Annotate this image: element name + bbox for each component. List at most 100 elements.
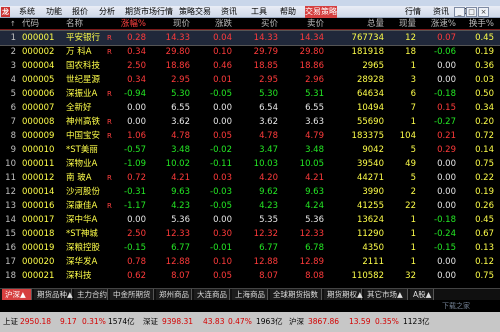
column-header-7[interactable]: 总量 (326, 18, 384, 30)
column-header-1[interactable]: 名称 (66, 18, 106, 30)
stock-name: 深康佳A (66, 201, 98, 211)
column-header-5[interactable]: 买价 (234, 18, 278, 30)
cell-price: 5.30 (171, 89, 190, 99)
table-row[interactable]: 1 000001 平安银行 R 0.28 14.33 0.04 14.33 14.34 76773… (0, 30, 500, 46)
cell-vol: 183375 (351, 131, 384, 141)
cell-cur: 18 (405, 47, 416, 57)
cell-price: 12.88 (165, 257, 190, 267)
cell-ask: 6.78 (305, 243, 324, 253)
stock-code: 000010 (22, 145, 55, 155)
sh-index-pct: 0.31% (82, 317, 106, 326)
row-number: 1 (10, 33, 16, 43)
table-row[interactable]: 17 000020 深华发A 0.78 12.88 0.10 12.88 12.89 2111 1… (0, 255, 500, 269)
column-header-0[interactable]: 代码 (22, 18, 60, 30)
cell-turn: 0.75 (475, 271, 494, 281)
cell-spd: 0.00 (437, 201, 456, 211)
menu-item-7[interactable]: 工具 (246, 6, 272, 18)
cell-ask: 6.55 (305, 103, 324, 113)
stock-name: 深中华A (66, 215, 98, 225)
menu-item-5[interactable]: 策略交易 (178, 6, 212, 18)
cell-vol: 9042 (362, 145, 384, 155)
stock-name: 国农科技 (66, 61, 101, 71)
table-row[interactable]: 14 000017 深中华A 0.00 5.36 0.00 5.35 5.36 13624 1 -0… (0, 213, 500, 227)
table-row[interactable]: 8 000009 中国宝安 R 1.06 4.78 0.05 4.78 4.79 183375 10… (0, 129, 500, 143)
menu-item-4[interactable]: 期货市场行情 (122, 6, 176, 18)
stock-code: 000021 (22, 271, 55, 281)
cell-bid: 4.23 (259, 201, 278, 211)
column-header-4[interactable]: 涨跌 (192, 18, 232, 30)
menu-item-6[interactable]: 资讯 (215, 6, 243, 18)
cell-price: 4.78 (171, 131, 190, 141)
minimize-button[interactable]: _ (454, 7, 465, 17)
market-tab-bar: 沪深▲ 期货品种▲ 主力合约 中金所期货 郑州商品 大连商品 上海商品 全球期货指数 期货期权▲… (0, 288, 500, 301)
menu-item-9[interactable]: 交易策略 (305, 6, 337, 18)
cell-turn: 0.45 (475, 33, 494, 43)
row-number: 11 (5, 173, 16, 183)
cell-cur: 104 (399, 131, 416, 141)
table-row[interactable]: 6 000007 全新好 0.00 6.55 0.00 6.54 6.55 10494 7 0.15… (0, 101, 500, 115)
row-number: 9 (10, 145, 16, 155)
cell-spd: 0.00 (437, 173, 456, 183)
stock-code: 000011 (22, 159, 55, 169)
stock-code: 000001 (22, 33, 55, 43)
menu-item-1[interactable]: 功能 (42, 6, 66, 18)
table-row[interactable]: 2 000002 万 科A R 0.34 29.80 0.10 29.79 29.80 18191… (0, 45, 500, 59)
menu-item-2[interactable]: 报价 (68, 6, 92, 18)
cell-bid: 10.03 (253, 159, 278, 169)
cell-turn: 0.72 (475, 131, 494, 141)
sh-index-value: 2950.18 (20, 317, 52, 326)
menu-item-11[interactable]: 资讯 (428, 6, 454, 18)
table-row[interactable]: 16 000019 深粮控股 -0.15 6.77 -0.01 6.77 6.78 4350 1 -… (0, 241, 500, 255)
column-header-8[interactable]: 现量 (386, 18, 416, 30)
maximize-button[interactable]: □ (466, 7, 477, 17)
stock-code: 000006 (22, 89, 55, 99)
cell-vol: 181918 (351, 47, 384, 57)
cell-turn: 0.19 (475, 187, 494, 197)
stock-name: 沙河股份 (66, 187, 101, 197)
close-button[interactable]: × (478, 7, 489, 17)
column-header-2[interactable]: 涨幅% (108, 18, 146, 30)
cell-chg: 0.00 (213, 103, 232, 113)
menu-item-3[interactable]: 分析 (95, 6, 119, 18)
cell-turn: 0.20 (475, 117, 494, 127)
cell-cur: 5 (410, 145, 416, 155)
cell-chg: -0.05 (210, 201, 232, 211)
column-header-9[interactable]: 涨速% (418, 18, 456, 30)
cell-vol: 28928 (356, 75, 384, 85)
cell-bid: 9.62 (259, 187, 278, 197)
table-row[interactable]: 15 000018 *ST神城 2.50 12.33 0.30 12.32 12.33 1129… (0, 227, 500, 241)
table-row[interactable]: 13 000016 深康佳A R -1.17 4.23 -0.05 4.23 4.24 41255… (0, 199, 500, 213)
table-row[interactable]: 18 000021 深科技 0.62 8.07 0.05 8.07 8.08 110582 32 0… (0, 269, 500, 283)
menu-item-0[interactable]: 系统 (15, 6, 39, 18)
table-row[interactable]: 12 000014 沙河股份 -0.31 9.63 -0.03 9.62 9.63 3990 2 0… (0, 185, 500, 199)
column-header-10[interactable]: 换手% (458, 18, 494, 30)
cell-ask: 4.24 (305, 201, 324, 211)
column-header-3[interactable]: 现价 (148, 18, 190, 30)
table-row[interactable]: 7 000008 神州高铁 R 0.00 3.62 0.00 3.62 3.63 55690 1 -0… (0, 115, 500, 129)
column-header-6[interactable]: 卖价 (280, 18, 324, 30)
cell-chg: 0.05 (213, 131, 232, 141)
cell-pct: 0.78 (127, 257, 146, 267)
table-row[interactable]: 4 000005 世纪星源 0.34 2.95 0.01 2.95 2.96 28928 3 0.0… (0, 73, 500, 87)
sort-arrow-icon: ↑ (10, 20, 16, 28)
cell-bid: 5.35 (259, 215, 278, 225)
table-row[interactable]: 11 000012 南 玻A R 0.72 4.21 0.03 4.20 4.21 44271 5 0… (0, 171, 500, 185)
cell-price: 29.80 (165, 47, 190, 57)
menu-item-10[interactable]: 行情 (400, 6, 426, 18)
cell-spd: 0.00 (437, 159, 456, 169)
cell-pct: 2.50 (127, 61, 146, 71)
table-row[interactable]: 5 000006 深振业A R -0.94 5.30 -0.05 5.30 5.31 64634 6… (0, 87, 500, 101)
cell-vol: 110582 (351, 271, 384, 281)
cell-chg: -0.05 (210, 89, 232, 99)
hs-index-pct: 0.35% (375, 317, 399, 326)
cell-bid: 29.79 (253, 47, 278, 57)
menu-item-8[interactable]: 帮助 (275, 6, 301, 18)
table-row[interactable]: 3 000004 国农科技 2.50 18.86 0.46 18.85 18.86 2965 1 0… (0, 59, 500, 73)
cell-spd: -0.06 (434, 47, 456, 57)
cell-cur: 32 (405, 271, 416, 281)
table-row[interactable]: 10 000011 深物业A -1.09 10.02 -0.11 10.03 10.05 395… (0, 157, 500, 171)
cell-pct: 1.06 (127, 131, 146, 141)
cell-cur: 1 (410, 117, 416, 127)
table-row[interactable]: 9 000010 *ST美丽 -0.57 3.48 -0.02 3.47 3.48 9042 5 0… (0, 143, 500, 157)
row-number: 13 (5, 201, 16, 211)
